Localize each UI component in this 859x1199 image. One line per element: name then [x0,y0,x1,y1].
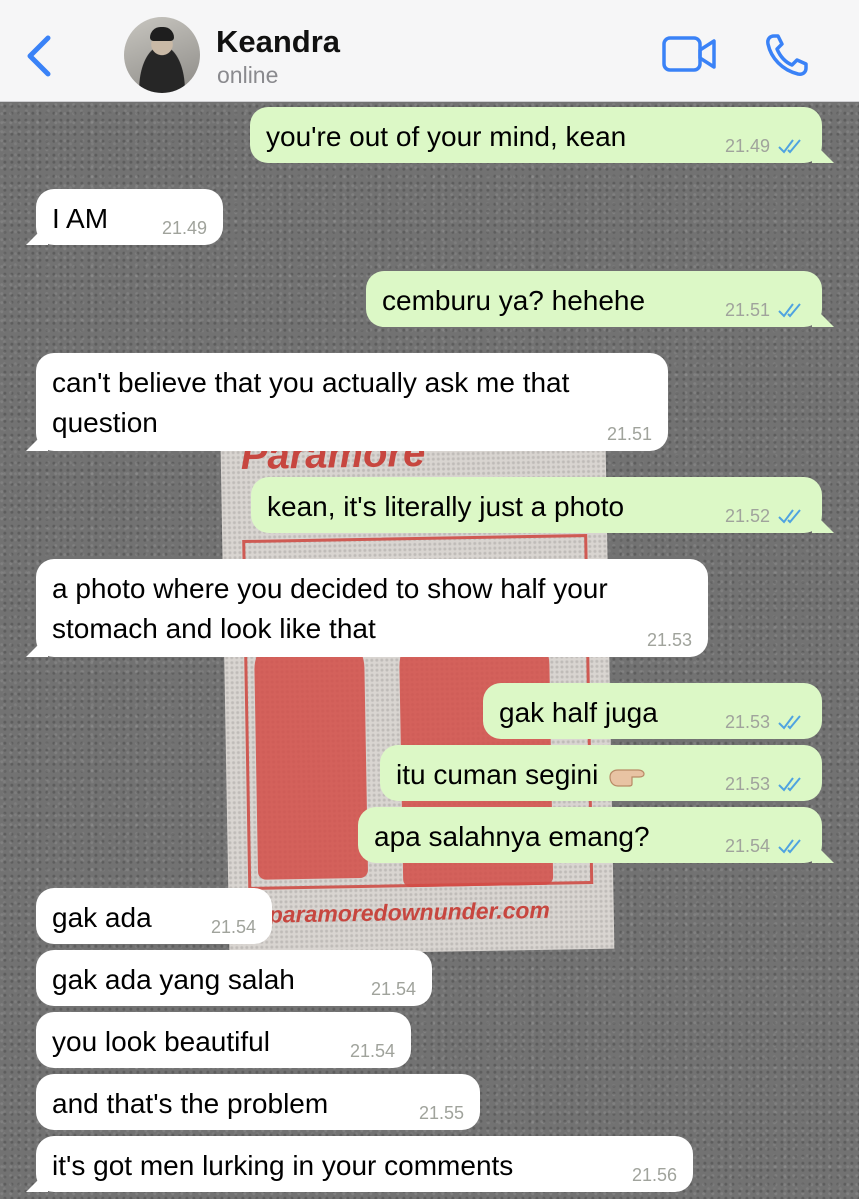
message-bubble-outgoing[interactable]: gak half juga 21.53 [483,683,822,739]
message-text: gak ada yang salah [52,964,295,995]
phone-icon [766,34,808,76]
message-time: 21.54 [349,1041,395,1061]
message-bubble-incoming[interactable]: gak ada yang salah 21.54 [36,950,432,1006]
pointing-hand-emoji [609,769,645,787]
message-text: you look beautiful [52,1026,270,1057]
voice-call-button[interactable] [760,30,814,80]
double-check-icon [778,303,801,318]
chat-header: Keandra online [0,0,859,102]
message-bubble-incoming[interactable]: I AM 21.49 [36,189,223,245]
message-time: 21.54 [724,836,770,856]
message-time: 21.52 [724,506,770,526]
avatar[interactable] [124,17,200,93]
message-time: 21.51 [606,424,652,444]
message-text: it's got men lurking in your comments [52,1150,514,1181]
message-text-line: can't believe that you actually ask me t… [52,367,570,398]
double-check-icon [778,715,801,730]
poster-url-text: paramoredownunder.com [268,896,551,928]
poster-figure [253,627,369,880]
message-time: 21.51 [724,300,770,320]
message-bubble-outgoing[interactable]: cemburu ya? hehehe 21.51 [366,271,822,327]
message-bubble-incoming[interactable]: and that's the problem 21.55 [36,1074,480,1130]
video-camera-icon [662,36,716,72]
message-text: and that's the problem [52,1088,329,1119]
message-time: 21.53 [646,630,692,650]
double-check-icon [778,509,801,524]
message-bubble-incoming[interactable]: a photo where you decided to show half y… [36,559,708,657]
message-text-line: stomach and look like that [52,613,376,644]
message-bubble-incoming[interactable]: you look beautiful 21.54 [36,1012,411,1068]
message-time: 21.54 [210,917,256,937]
message-bubble-outgoing[interactable]: you're out of your mind, kean 21.49 [250,107,822,163]
message-text-line: question [52,407,158,438]
message-bubble-outgoing[interactable]: kean, it's literally just a photo 21.52 [251,477,822,533]
double-check-icon [778,839,801,854]
message-bubble-incoming[interactable]: gak ada 21.54 [36,888,272,944]
message-bubble-outgoing[interactable]: apa salahnya emang? 21.54 [358,807,822,863]
message-time: 21.54 [370,979,416,999]
message-time: 21.55 [418,1103,464,1123]
contact-status: online [217,62,279,88]
message-text-line: a photo where you decided to show half y… [52,573,608,604]
message-time: 21.49 [161,218,207,238]
double-check-icon [778,777,801,792]
video-call-button[interactable] [660,32,720,78]
message-time: 21.49 [724,136,770,156]
message-time: 21.53 [724,774,770,794]
contact-name[interactable]: Keandra [216,24,340,60]
message-text: itu cuman segini [396,759,599,790]
message-bubble-incoming[interactable]: it's got men lurking in your comments 21… [36,1136,693,1192]
chevron-left-icon [27,35,51,77]
double-check-icon [778,139,801,154]
message-bubble-outgoing[interactable]: itu cuman segini 21.53 [380,745,822,801]
message-time: 21.56 [631,1165,677,1185]
message-bubble-incoming[interactable]: can't believe that you actually ask me t… [36,353,668,451]
message-time: 21.53 [724,712,770,732]
back-button[interactable] [18,30,62,82]
